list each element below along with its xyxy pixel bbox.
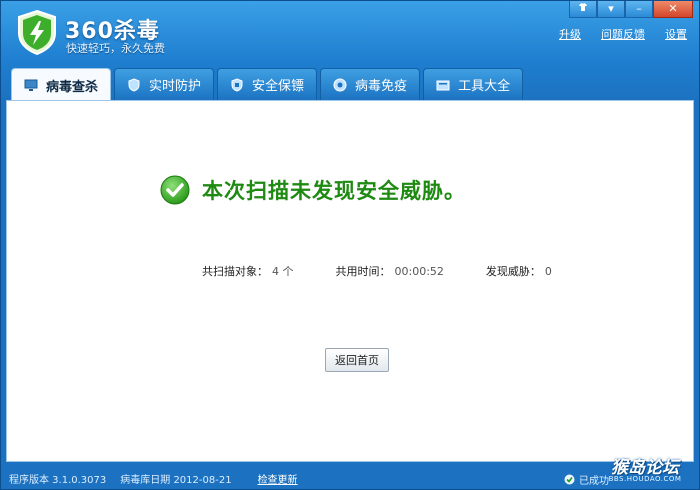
tab-virus-immunity[interactable]: 病毒免疫	[320, 68, 421, 100]
tab-security-guard[interactable]: 安全保镖	[217, 68, 318, 100]
toolbox-icon	[436, 80, 450, 90]
status-bar: 程序版本 3.1.0.3073 病毒库日期 2012-08-21 检查更新 已成…	[1, 466, 699, 490]
result-message: 本次扫描未发现安全威胁。	[202, 178, 466, 203]
main-window: 360杀毒 快速轻巧，永久免费 ▾ – ✕ 升级 问题反馈 设置 病毒查杀 实时…	[0, 0, 700, 490]
scanned-value: 4 个	[272, 265, 294, 278]
feedback-link[interactable]: 问题反馈	[601, 26, 645, 42]
tab-bar: 病毒查杀 实时防护 安全保镖 病毒免疫 工具大全	[11, 68, 524, 101]
menu-button[interactable]: ▾	[597, 1, 625, 18]
scan-stats: 共扫描对象： 4 个 共用时间： 00:00:52 发现威胁： 0	[202, 263, 552, 279]
threats-label: 发现威胁：	[485, 265, 541, 278]
check-update-link[interactable]: 检查更新	[258, 471, 298, 486]
watermark: 猴岛论坛 BBS.HOUDAO.COM	[599, 453, 691, 483]
title-bar: 360杀毒 快速轻巧，永久免费 ▾ – ✕ 升级 问题反馈 设置	[1, 1, 699, 67]
tab-toolbox[interactable]: 工具大全	[423, 68, 524, 100]
top-links: 升级 问题反馈 设置	[559, 26, 687, 42]
monitor-icon	[24, 79, 38, 91]
check-icon	[160, 175, 190, 205]
tab-label: 病毒查杀	[46, 79, 99, 95]
tab-label: 实时防护	[149, 79, 202, 94]
threats-stat: 发现威胁： 0	[486, 263, 552, 279]
minimize-button[interactable]: –	[625, 1, 653, 18]
content-panel: 本次扫描未发现安全威胁。 共扫描对象： 4 个 共用时间： 00:00:52 发现威…	[6, 100, 694, 462]
logo-shield-icon	[18, 9, 56, 55]
tab-label: 病毒免疫	[355, 79, 408, 94]
settings-link[interactable]: 设置	[665, 26, 687, 42]
tab-virus-scan[interactable]: 病毒查杀	[11, 68, 112, 101]
time-label: 共用时间：	[335, 265, 391, 278]
time-value: 00:00:52	[394, 265, 444, 278]
app-slogan: 快速轻巧，永久免费	[66, 42, 165, 55]
shield-icon	[231, 77, 243, 92]
program-version: 程序版本 3.1.0.3073	[9, 474, 107, 486]
tab-realtime-protection[interactable]: 实时防护	[114, 68, 215, 100]
window-controls: ▾ – ✕	[569, 1, 693, 18]
skin-icon[interactable]	[569, 1, 597, 18]
upgrade-link[interactable]: 升级	[559, 26, 581, 42]
status-check-icon	[564, 474, 575, 485]
close-button[interactable]: ✕	[653, 1, 693, 18]
shield-icon	[128, 77, 140, 92]
globe-icon	[333, 78, 347, 91]
scanned-stat: 共扫描对象： 4 个	[202, 263, 294, 279]
return-home-button[interactable]: 返回首页	[325, 348, 389, 372]
watermark-url: BBS.HOUDAO.COM	[608, 475, 682, 483]
virus-db-date: 病毒库日期 2012-08-21	[120, 474, 232, 486]
threats-value: 0	[544, 265, 552, 278]
scanned-label: 共扫描对象：	[202, 265, 268, 278]
tab-label: 工具大全	[458, 79, 511, 94]
tab-label: 安全保镖	[252, 79, 305, 94]
scan-result: 本次扫描未发现安全威胁。	[160, 175, 466, 205]
time-stat: 共用时间： 00:00:52	[336, 263, 444, 279]
